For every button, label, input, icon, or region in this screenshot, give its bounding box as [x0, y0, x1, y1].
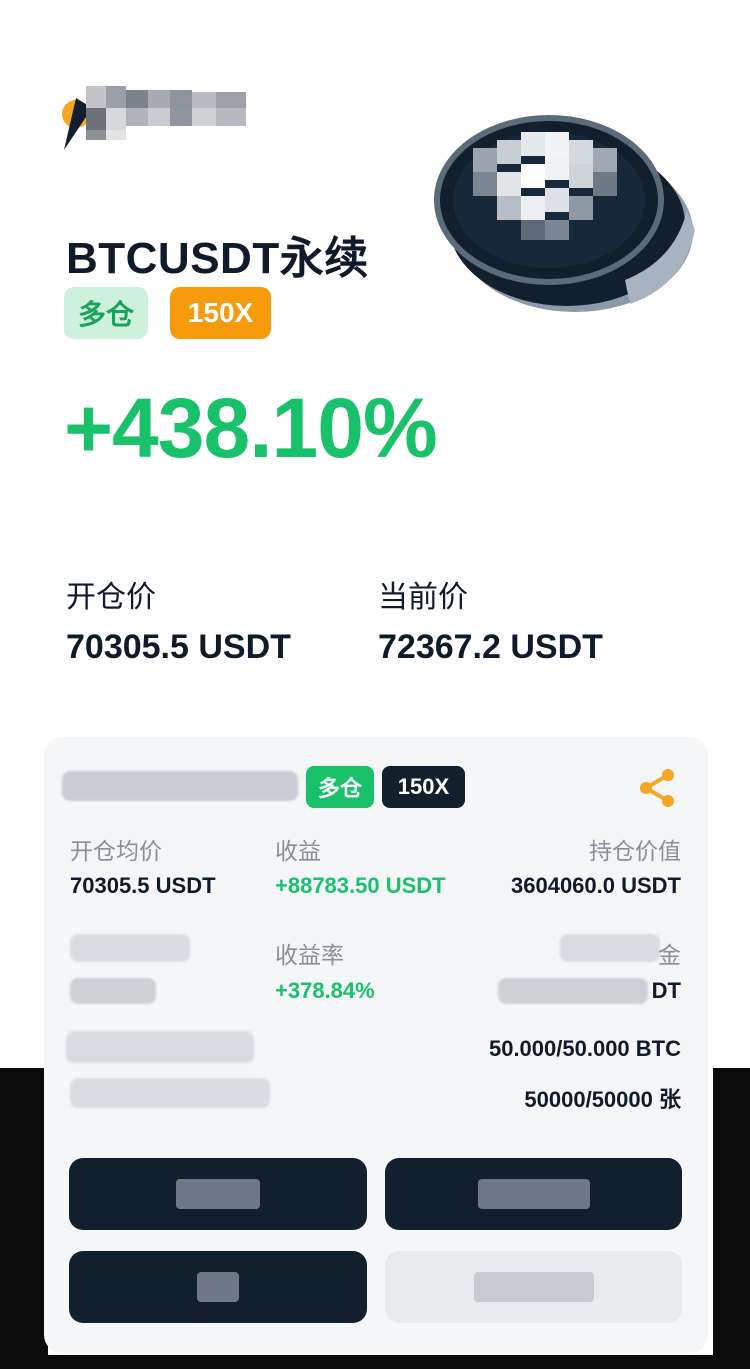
- redacted-card-title: [62, 771, 298, 801]
- redacted-value: [70, 978, 156, 1004]
- partial-value-tail: DT: [651, 978, 681, 1003]
- position-value-value: 3604060.0 USDT: [511, 873, 681, 898]
- redacted-button-label: [197, 1272, 239, 1302]
- card-long-badge: 多仓: [306, 766, 374, 808]
- share-icon[interactable]: [638, 767, 678, 809]
- profit-label: 收益: [275, 838, 321, 864]
- position-size-contracts: 50000/50000 张: [524, 1087, 681, 1112]
- avg-open-price-label: 开仓均价: [70, 838, 162, 864]
- position-size-btc: 50.000/50.000 BTC: [488, 1036, 681, 1061]
- roi-value: +378.84%: [275, 978, 375, 1003]
- action-button-3[interactable]: [69, 1251, 367, 1323]
- redacted-button-label: [477, 1179, 590, 1209]
- screen-edge-right: [713, 1068, 750, 1369]
- partial-label-tail: 金: [658, 942, 681, 968]
- coin-illustration: [425, 90, 695, 325]
- roi-label: 收益率: [275, 942, 344, 968]
- profit-value: +88783.50 USDT: [275, 873, 446, 898]
- redacted-label: [70, 934, 190, 962]
- action-button-4[interactable]: [385, 1251, 682, 1323]
- redacted-label: [560, 934, 660, 962]
- action-button-1[interactable]: [69, 1158, 367, 1230]
- leverage-badge: 150X: [170, 287, 271, 339]
- redacted-label: [70, 1078, 270, 1108]
- screen-edge-bottom: [0, 1355, 750, 1369]
- screen-edge-left: [0, 1068, 48, 1369]
- redacted-value: [498, 978, 648, 1004]
- pnl-percent: +438.10%: [64, 381, 438, 475]
- redacted-button-label: [473, 1272, 594, 1302]
- contract-pair-title: BTCUSDT永续: [66, 234, 369, 283]
- long-position-badge: 多仓: [64, 287, 148, 339]
- current-price-label: 当前价: [378, 581, 468, 614]
- action-button-2[interactable]: [385, 1158, 682, 1230]
- open-price-label: 开仓价: [66, 581, 156, 614]
- redacted-label: [66, 1031, 254, 1063]
- open-price-value: 70305.5 USDT: [66, 628, 291, 666]
- card-leverage-badge: 150X: [382, 766, 465, 808]
- position-value-label: 持仓价值: [589, 838, 681, 864]
- avg-open-price-value: 70305.5 USDT: [70, 873, 216, 898]
- redacted-button-label: [176, 1179, 260, 1209]
- current-price-value: 72367.2 USDT: [378, 628, 603, 666]
- brand-logo: [58, 78, 250, 150]
